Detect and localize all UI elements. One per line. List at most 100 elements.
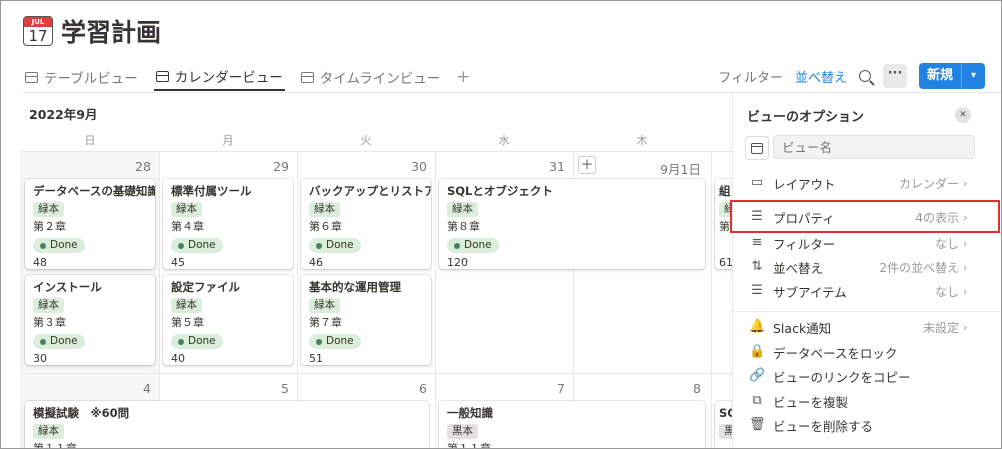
card-title: インストール [33, 280, 102, 294]
card-number: 40 [171, 352, 185, 365]
weekday-mon: 月 [222, 134, 234, 147]
month-label: 2022年9月 [29, 107, 98, 122]
trash-icon: 🗑 [749, 417, 766, 432]
option-delete-view[interactable]: 🗑 ビューを削除する [733, 413, 1001, 437]
card-title: バックアップとリストア [309, 184, 431, 198]
calendar-17-icon: JUL 17 [23, 16, 53, 46]
sort-icon: ⇅ [751, 259, 763, 274]
option-slack-notify[interactable]: 🔔 Slack通知 未設定 › [733, 315, 1001, 339]
timeline-icon [300, 71, 314, 83]
tab-timeline-view[interactable]: タイムラインビュー [299, 63, 443, 91]
weekday-tue: 火 [360, 134, 372, 147]
calendar-card[interactable]: 設定ファイル 緑本 第５章 Done 40 [163, 275, 293, 365]
status-badge: Done [33, 238, 85, 253]
option-duplicate-view[interactable]: ⧉ ビューを複製 [733, 389, 1001, 413]
grid-line [21, 151, 22, 448]
option-sort[interactable]: ⇅ 並べ替え 2件の並べ替え › [733, 255, 1001, 279]
book-tag: 緑本 [171, 298, 202, 313]
day-number: 6 [419, 381, 427, 396]
book-tag: 緑本 [33, 298, 64, 313]
calendar-card[interactable]: データベースの基礎知識 緑本 第２章 Done 48 [25, 179, 155, 269]
view-tabs: テーブルビュー カレンダービュー タイムラインビュー + [23, 63, 471, 91]
option-copy-link[interactable]: 🔗 ビューのリンクをコピー [733, 364, 1001, 388]
status-badge: Done [171, 334, 223, 349]
status-badge: Done [309, 238, 361, 253]
grid-line [711, 151, 712, 448]
calendar-icon [155, 70, 169, 82]
option-subitems[interactable]: ☰ サブアイテム なし › [733, 279, 1001, 303]
view-icon-picker[interactable] [745, 136, 769, 160]
calendar-grid: 28 29 30 31 + 9月1日 4 5 6 7 8 データベースの基礎知識… [21, 151, 755, 449]
new-button: 新規 ▾ [918, 63, 985, 89]
view-name-input[interactable] [773, 135, 975, 159]
status-badge: Done [309, 334, 361, 349]
filter-button[interactable]: フィルター [718, 67, 783, 86]
status-dot-icon [40, 338, 46, 345]
calendar-card[interactable]: SQLとオブジェクト 緑本 第８章 Done 120 [439, 179, 705, 269]
card-number: 30 [33, 352, 47, 365]
chevron-right-icon: › [963, 236, 968, 250]
subitem-icon: ☰ [751, 283, 763, 298]
weekday-thu: 木 [636, 134, 648, 147]
calendar-card[interactable]: インストール 緑本 第３章 Done 30 [25, 275, 155, 365]
more-options-button[interactable]: ··· [882, 64, 907, 88]
day-number: 28 [135, 159, 151, 174]
option-lock-database[interactable]: 🔒 データベースをロック [733, 340, 1001, 364]
card-number: 51 [309, 352, 323, 365]
card-chapter: 第１１章 [33, 442, 77, 449]
sort-button[interactable]: 並べ替え [795, 67, 847, 86]
day-number: 29 [273, 159, 289, 174]
day-number: 9月1日 [660, 162, 701, 177]
add-view-button[interactable]: + [456, 67, 470, 87]
card-title: 基本的な運用管理 [309, 280, 401, 294]
card-chapter: 第２章 [33, 220, 66, 233]
card-number: 46 [309, 256, 323, 269]
search-icon[interactable] [858, 70, 871, 82]
card-chapter: 第６章 [309, 220, 342, 233]
option-layout[interactable]: ▭ レイアウト カレンダー › [733, 171, 1001, 195]
close-icon[interactable]: ✕ [955, 107, 971, 123]
chevron-right-icon: › [963, 284, 968, 298]
book-tag: 緑本 [447, 202, 478, 217]
card-chapter: 第８章 [447, 220, 480, 233]
status-dot-icon [40, 242, 46, 249]
chevron-right-icon: › [963, 176, 968, 190]
new-button-label[interactable]: 新規 [919, 63, 961, 89]
day-number: 4 [143, 381, 151, 396]
day-number: 30 [411, 159, 427, 174]
status-badge: Done [171, 238, 223, 253]
lock-icon: 🔒 [749, 344, 766, 359]
option-filter[interactable]: ≡ フィルター なし › [733, 231, 1001, 255]
panel-divider [733, 311, 1001, 312]
grid-line [435, 151, 436, 448]
card-chapter: 第７章 [309, 316, 342, 329]
status-dot-icon [178, 338, 184, 345]
calendar-card[interactable]: バックアップとリストア 緑本 第６章 Done 46 [301, 179, 431, 269]
page-header: JUL 17 学習計画 [23, 13, 161, 49]
day-number: 5 [281, 381, 289, 396]
calendar-card[interactable]: 一般知識 黒本 第１１章 [439, 401, 705, 448]
calendar-icon [751, 143, 763, 154]
panel-title: ビューのオプション [747, 110, 865, 125]
calendar-card[interactable]: 標準付属ツール 緑本 第４章 Done 45 [163, 179, 293, 269]
card-title: 設定ファイル [171, 280, 240, 294]
tab-table-view[interactable]: テーブルビュー [23, 63, 140, 91]
page-title[interactable]: 学習計画 [61, 13, 161, 49]
card-chapter: 第３章 [33, 316, 66, 329]
status-dot-icon [178, 242, 184, 249]
calendar-card[interactable]: 模擬試験 ※60問 緑本 第１１章 [25, 401, 429, 449]
duplicate-icon: ⧉ [752, 393, 762, 408]
weekday-sun: 日 [84, 134, 96, 147]
status-dot-icon [454, 242, 460, 249]
grid-line [21, 373, 733, 374]
bell-icon: 🔔 [749, 319, 766, 334]
highlight-box [730, 200, 1000, 233]
card-number: 48 [33, 256, 47, 269]
filter-icon: ≡ [751, 235, 763, 250]
calendar-card[interactable]: 基本的な運用管理 緑本 第７章 Done 51 [301, 275, 431, 365]
view-options-panel: ビューのオプション ✕ ▭ レイアウト カレンダー › ☰ プロパティ 4の表示… [732, 93, 1001, 448]
app-window: JUL 17 学習計画 テーブルビュー カレンダービュー タイムラインビュー +… [0, 0, 1002, 449]
tab-calendar-view[interactable]: カレンダービュー [153, 63, 285, 91]
table-icon [25, 71, 38, 83]
chevron-down-icon[interactable]: ▾ [961, 63, 985, 89]
